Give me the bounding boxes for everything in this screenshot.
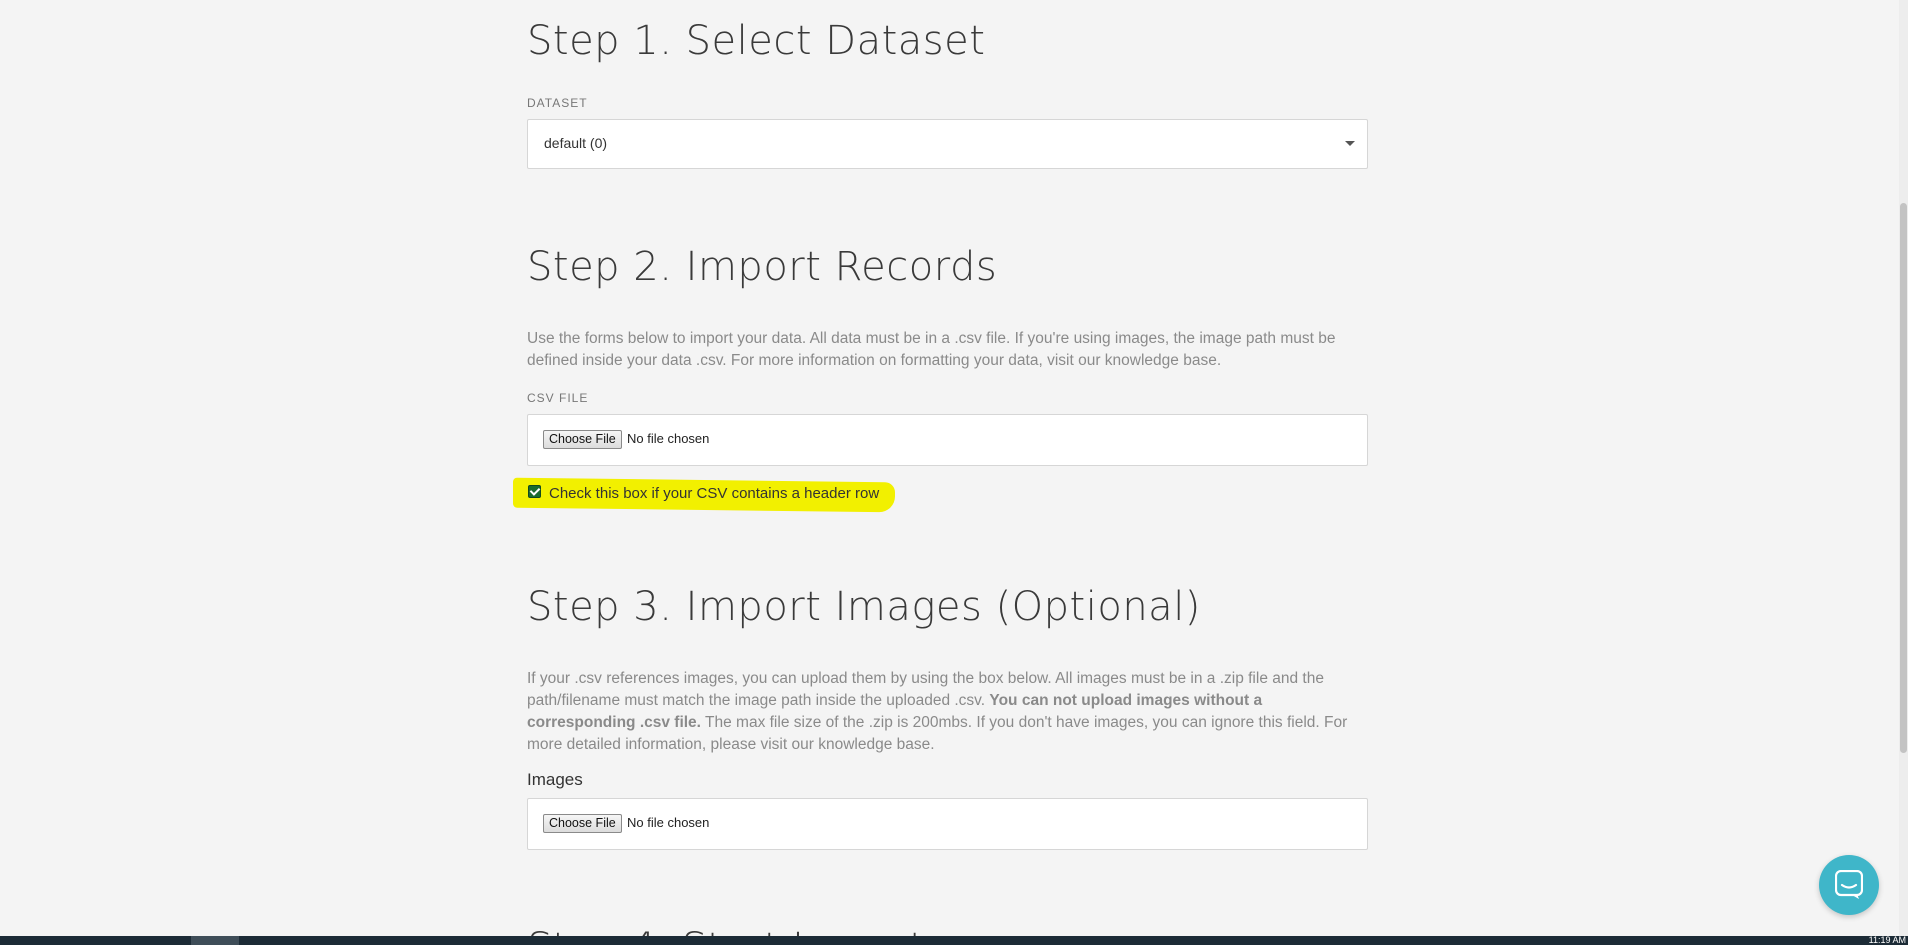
- page-scrollbar[interactable]: [1899, 0, 1908, 945]
- step3-description: If your .csv references images, you can …: [527, 668, 1368, 756]
- images-file-field: Choose File No file chosen: [527, 798, 1368, 850]
- chevron-down-icon: [1345, 141, 1355, 146]
- csv-choose-file-button[interactable]: Choose File: [543, 430, 622, 449]
- dataset-select[interactable]: default (0): [527, 119, 1368, 169]
- header-row-checkbox-label[interactable]: Check this box if your CSV contains a he…: [549, 485, 879, 502]
- chat-launcher-button[interactable]: [1819, 855, 1879, 915]
- images-choose-file-button[interactable]: Choose File: [543, 814, 622, 833]
- step4-title-partial: Step 4. Start Import: [527, 925, 1027, 936]
- taskbar-clock: 11:19 AM: [1868, 935, 1906, 945]
- os-taskbar: 11:19 AM: [0, 935, 1908, 945]
- dataset-select-value: default (0): [544, 135, 608, 151]
- step2-description: Use the forms below to import your data.…: [527, 330, 1336, 369]
- images-label: Images: [527, 770, 583, 789]
- step3-title: Step 3. Import Images (Optional): [527, 584, 1201, 630]
- csv-no-file-text: No file chosen: [627, 431, 710, 446]
- step1-title: Step 1. Select Dataset: [527, 18, 986, 64]
- scrollbar-thumb[interactable]: [1900, 203, 1907, 753]
- images-no-file-text: No file chosen: [627, 815, 710, 830]
- header-row-checkbox[interactable]: [528, 485, 541, 498]
- step2-title: Step 2. Import Records: [527, 244, 998, 290]
- page: Step 1. Select Dataset DATASET default (…: [0, 0, 1908, 945]
- csv-file-field: Choose File No file chosen: [527, 414, 1368, 466]
- step4-title: Step 4. Start Import: [527, 925, 925, 936]
- chat-icon: [1835, 870, 1863, 899]
- dataset-label: DATASET: [527, 96, 588, 110]
- taskbar-active-app[interactable]: [191, 936, 239, 945]
- csv-file-label: CSV FILE: [527, 391, 589, 405]
